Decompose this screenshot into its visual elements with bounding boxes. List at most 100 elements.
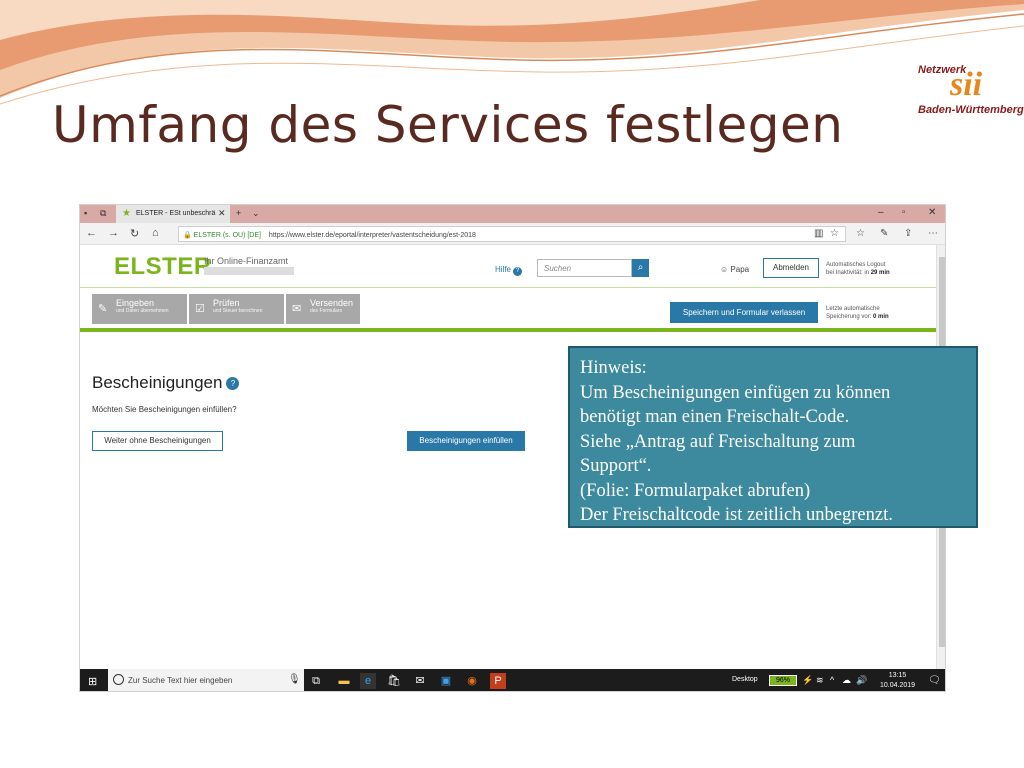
continue-without-certificates-button[interactable]: Weiter ohne Bescheinigungen (92, 431, 223, 451)
notes-icon[interactable]: ✎ (880, 228, 888, 239)
home-icon[interactable]: ⌂ (152, 227, 159, 239)
window-close-icon[interactable]: ✕ (928, 207, 936, 218)
section-question: Möchten Sie Bescheinigungen einfüllen? (92, 405, 237, 414)
step-title: Prüfen (213, 298, 240, 308)
autosave-info-time: 0 min (873, 314, 889, 320)
logout-button[interactable]: Abmelden (763, 258, 819, 278)
task-view-icon[interactable]: ⧉ (308, 673, 324, 689)
windows-taskbar: ⊞ Zur Suche Text hier eingeben 🎙 ⧉ ▬ e 🛍… (80, 669, 945, 691)
help-icon: ? (513, 267, 523, 276)
section-title: Bescheinigungen? (92, 373, 240, 393)
desktop-label[interactable]: Desktop (732, 676, 758, 683)
header-divider (80, 287, 936, 288)
edge-browser-icon[interactable]: e (360, 673, 376, 689)
slide-title: Umfang des Services festlegen (52, 96, 844, 154)
autosave-info: Letzte automatische Speicherung vor: 0 m… (826, 305, 889, 321)
pen-icon: ✎ (98, 303, 108, 315)
browser-tab-bar: ▪ ⧉ ★ ELSTER - ESt unbeschrä ✕ + ⌄ – ▫ ✕ (80, 205, 945, 223)
search-input[interactable]: Suchen (537, 259, 632, 277)
step-versenden[interactable]: ✉ Versenden des Formulars (286, 294, 360, 324)
save-and-exit-button[interactable]: Speichern und Formular verlassen (670, 302, 818, 323)
outlook-icon[interactable]: ▣ (438, 673, 454, 689)
tab-actions-icon[interactable]: ▪ (84, 208, 87, 218)
favorites-hub-icon[interactable]: ☆ (856, 228, 865, 239)
check-document-icon: ☑ (195, 303, 205, 315)
volume-icon[interactable]: 🔊 (856, 675, 867, 686)
tab-list-chevron-icon[interactable]: ⌄ (252, 208, 260, 219)
callout-line: (Folie: Formularpaket abrufen) (580, 480, 811, 501)
new-tab-icon[interactable]: + (236, 208, 241, 218)
network-logo: Netzwerk sii Baden-Württemberg (912, 60, 1024, 122)
step-title: Versenden (310, 298, 354, 308)
logout-info-time: 29 min (870, 270, 890, 276)
forward-icon[interactable]: → (108, 227, 119, 239)
search-icon[interactable]: ⌕ (632, 259, 649, 277)
tab-close-icon[interactable]: ✕ (218, 208, 226, 219)
site-identity: ELSTER (s. OU) [DE] (193, 232, 261, 239)
callout-line: Support“. (580, 456, 652, 476)
elster-subtitle-bar (204, 267, 294, 275)
minimize-icon[interactable]: – (878, 207, 884, 218)
section-title-text: Bescheinigungen (92, 373, 223, 392)
step-subtitle: und Daten übernehmen (116, 308, 169, 314)
mail-icon[interactable]: ✉ (412, 673, 428, 689)
callout-line: Um Bescheinigungen einfügen zu können (580, 382, 891, 403)
envelope-icon: ✉ (292, 303, 302, 315)
help-label: Hilfe (495, 265, 512, 274)
tab-preview-icon[interactable]: ⧉ (100, 208, 106, 219)
back-icon[interactable]: ← (86, 227, 97, 239)
store-icon[interactable]: 🛍 (386, 673, 402, 689)
step-eingeben[interactable]: ✎ Eingeben und Daten übernehmen (92, 294, 187, 324)
battery-indicator[interactable]: 96% (769, 675, 797, 686)
url-text: https://www.elster.de/eportal/interprete… (268, 232, 476, 239)
reading-view-icon[interactable]: ▥ (814, 228, 823, 239)
favorite-icon[interactable]: ☆ (830, 228, 839, 239)
callout-line: Siehe „Antrag auf Freischaltung zum (580, 431, 856, 452)
taskbar-search-placeholder: Zur Suche Text hier eingeben (128, 676, 233, 685)
tab-title: ELSTER - ESt unbeschrä (136, 210, 216, 217)
logout-info-line1: Automatisches Logout (826, 262, 886, 268)
maximize-icon[interactable]: ▫ (902, 207, 906, 218)
clock-time: 13:15 (888, 672, 907, 679)
elster-logo[interactable]: ELSTER (114, 253, 212, 281)
nav-divider (80, 328, 936, 332)
chevron-up-icon[interactable]: ^ (830, 675, 834, 685)
fill-certificates-button[interactable]: Bescheinigungen einfüllen (407, 431, 525, 451)
step-subtitle: des Formulars (310, 308, 342, 314)
refresh-icon[interactable]: ↻ (130, 227, 139, 240)
url-field[interactable]: 🔒 ELSTER (s. OU) [DE] https://www.elster… (178, 226, 846, 242)
step-subtitle: und Steuer berechnen (213, 308, 263, 314)
onedrive-icon[interactable]: ☁ (842, 675, 851, 686)
user-icon: ☺ (720, 265, 729, 274)
autosave-info-line2: Speicherung vor: (826, 314, 872, 320)
share-icon[interactable]: ⇪ (904, 228, 912, 239)
step-pruefen[interactable]: ☑ Prüfen und Steuer berechnen (189, 294, 284, 324)
step-title: Eingeben (116, 298, 155, 308)
file-explorer-icon[interactable]: ▬ (336, 673, 352, 689)
more-icon[interactable]: ⋯ (928, 228, 938, 239)
taskbar-clock[interactable]: 13:15 10.04.2019 (880, 671, 915, 691)
callout-line: benötigt man einen Freischalt-Code. (580, 407, 850, 427)
autosave-info-line1: Letzte automatische (826, 306, 880, 312)
firefox-icon[interactable]: ◉ (464, 673, 480, 689)
section-help-icon[interactable]: ? (226, 377, 240, 391)
notification-icon[interactable]: 🗨 (928, 675, 941, 686)
lock-icon: 🔒 (183, 232, 192, 239)
address-bar: ← → ↻ ⌂ 🔒 ELSTER (s. OU) [DE] https://ww… (80, 223, 945, 245)
windows-start-icon[interactable]: ⊞ (88, 675, 97, 688)
power-plug-icon[interactable]: ⚡ (802, 675, 813, 686)
logout-info-line2: bei Inaktivität: in (826, 270, 870, 276)
wifi-icon[interactable]: ≋ (816, 675, 824, 686)
help-link[interactable]: Hilfe? (495, 265, 523, 276)
callout-line: Hinweis: (580, 358, 647, 378)
user-name: Papa (730, 265, 750, 274)
powerpoint-icon[interactable]: P (490, 673, 506, 689)
callout-line: Der Freischaltcode ist zeitlich unbegren… (580, 505, 893, 525)
logo-line2: Baden-Württemberg (918, 104, 1024, 116)
taskbar-search-input[interactable]: Zur Suche Text hier eingeben 🎙 (108, 669, 304, 691)
microphone-icon[interactable]: 🎙 (288, 674, 301, 685)
user-account[interactable]: ☺ Papa (720, 265, 749, 274)
hint-callout: Hinweis: Um Bescheinigungen einfügen zu … (568, 346, 978, 528)
favorite-star-icon: ★ (122, 208, 131, 219)
browser-tab[interactable]: ★ ELSTER - ESt unbeschrä ✕ (116, 205, 230, 223)
